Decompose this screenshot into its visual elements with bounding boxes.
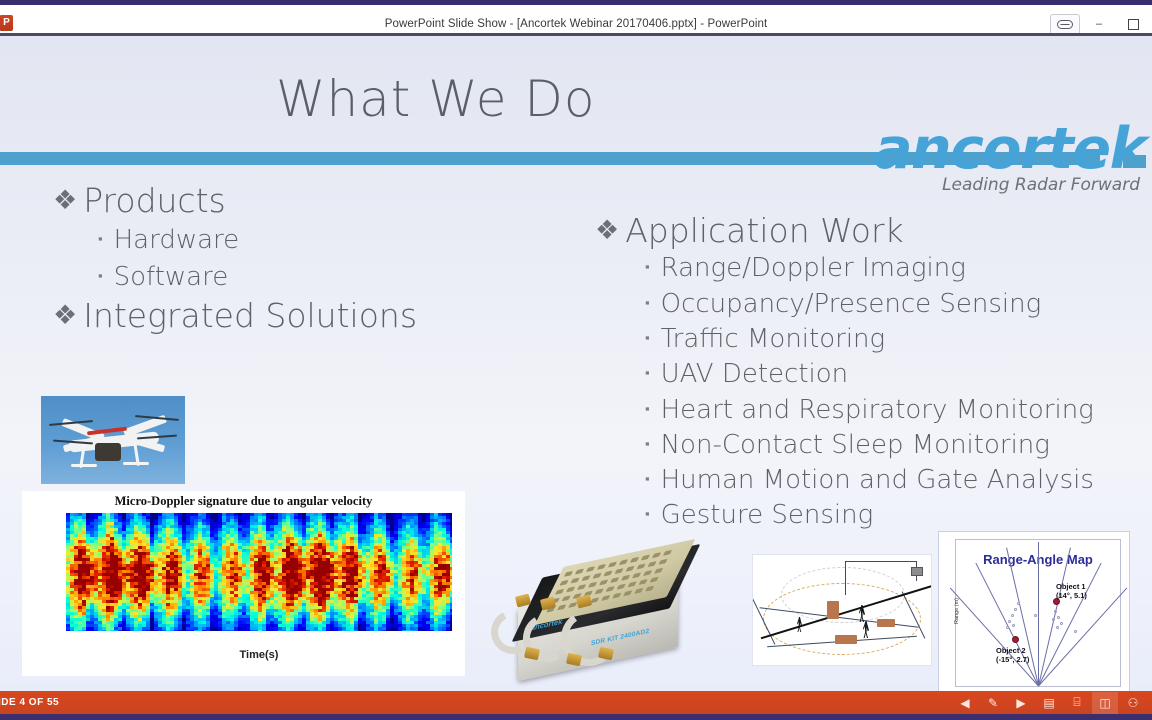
speaker-notes-icon[interactable]: ▤ xyxy=(1036,692,1062,714)
object-2-marker xyxy=(1012,636,1019,643)
spectrogram-image xyxy=(66,513,452,631)
previous-slide-icon[interactable]: ◀ xyxy=(952,692,978,714)
square-bullet-icon: ▪ xyxy=(98,232,103,248)
furniture-block xyxy=(835,635,857,644)
radar-device-photo: ancortek SDR KIT 2400AD2 xyxy=(483,538,713,691)
powerpoint-slideshow-window: P PowerPoint Slide Show - [Ancortek Webi… xyxy=(0,0,1152,720)
bullet-traffic-monitoring: ▪ Traffic Monitoring xyxy=(595,322,1115,356)
logo-wordmark: ancortek xyxy=(874,116,1147,182)
slide-counter: IDE 4 OF 55 xyxy=(0,697,60,708)
radar-sensor-icon xyxy=(911,567,923,576)
range-angle-y-axis-label: Range (m) xyxy=(953,598,960,624)
bullet-integrated-solutions: ❖ Integrated Solutions xyxy=(53,296,523,336)
minimize-button[interactable]: – xyxy=(1084,13,1114,35)
bullet-heart-respiratory-monitoring: ▪ Heart and Respiratory Monitoring xyxy=(595,393,1115,427)
bullet-uav-detection: ▪ UAV Detection xyxy=(595,357,1115,391)
furniture-block xyxy=(827,601,839,619)
slideshow-status-bar: IDE 4 OF 55 ◀ ✎ ▶ ▤ ⌸ ◫ ⚇ xyxy=(0,691,1152,714)
occupancy-sensing-diagram xyxy=(752,554,932,666)
bullet-label: Range/Doppler Imaging xyxy=(660,253,966,284)
slideshow-controls: ◀ ✎ ▶ ▤ ⌸ ◫ ⚇ xyxy=(952,691,1146,714)
slide-title: What We Do xyxy=(276,70,596,128)
square-bullet-icon: ▪ xyxy=(645,507,650,523)
square-bullet-icon: ▪ xyxy=(98,268,103,284)
bullet-label: Integrated Solutions xyxy=(83,295,418,335)
bullet-label: Gesture Sensing xyxy=(660,500,874,531)
logo-dash-accent xyxy=(1123,155,1146,168)
object-2-label: Object 2 (-15°, 2.7) xyxy=(996,646,1030,664)
bullet-gesture-sensing: ▪ Gesture Sensing xyxy=(595,498,1115,532)
slide-grid-view-icon[interactable]: ⌸ xyxy=(1064,692,1090,714)
bullet-software: ▪ Software xyxy=(53,260,523,294)
desktop-bottom-strip xyxy=(0,714,1152,720)
bullet-hardware: ▪ Hardware xyxy=(53,223,523,257)
bullet-products: ❖ Products xyxy=(53,181,523,221)
square-bullet-icon: ▪ xyxy=(645,260,650,276)
angle-ray xyxy=(975,562,1039,687)
diamond-bullet-icon: ❖ xyxy=(595,215,620,246)
ceiling-mount-frame xyxy=(845,561,917,562)
pen-annotation-icon[interactable]: ✎ xyxy=(980,692,1006,714)
ceiling-mount-frame xyxy=(845,561,846,595)
bullet-label: Human Motion and Gate Analysis xyxy=(660,465,1094,496)
left-bullet-list: ❖ Products ▪ Hardware ▪ Software ❖ Integ… xyxy=(53,181,523,338)
bullet-non-contact-sleep-monitoring: ▪ Non-Contact Sleep Monitoring xyxy=(595,428,1115,462)
window-titlebar: P PowerPoint Slide Show - [Ancortek Webi… xyxy=(0,0,1152,38)
bullet-label: UAV Detection xyxy=(660,359,849,390)
ribbon-display-options-button[interactable] xyxy=(1050,13,1080,35)
bullet-label: Software xyxy=(113,261,229,292)
ancortek-logo: ancortek Leading Radar Forward xyxy=(786,116,1147,195)
logo-tagline: Leading Radar Forward xyxy=(942,175,1140,195)
micro-doppler-spectrogram: Micro-Doppler signature due to angular v… xyxy=(22,491,465,676)
angle-ray xyxy=(1038,542,1039,686)
bullet-occupancy-presence-sensing: ▪ Occupancy/Presence Sensing xyxy=(595,287,1115,321)
presenter-options-icon[interactable]: ⚇ xyxy=(1120,692,1146,714)
coverage-ellipse xyxy=(781,567,905,623)
spectrogram-title: Micro-Doppler signature due to angular v… xyxy=(114,494,373,508)
zoom-slide-icon[interactable]: ◫ xyxy=(1092,691,1118,714)
bullet-label: Occupancy/Presence Sensing xyxy=(660,288,1042,319)
bullet-label: Hardware xyxy=(113,225,240,256)
diamond-bullet-icon: ❖ xyxy=(53,185,78,216)
right-bullet-list: ❖ Application Work ▪ Range/Doppler Imagi… xyxy=(595,211,1115,534)
maximize-button[interactable] xyxy=(1118,13,1148,35)
next-slide-icon[interactable]: ▶ xyxy=(1008,692,1034,714)
range-angle-map: Range-Angle Map Object 1 (14°, 5.1) Obje… xyxy=(938,531,1130,691)
bullet-label: Traffic Monitoring xyxy=(660,323,886,354)
bullet-application-work: ❖ Application Work xyxy=(595,211,1115,251)
angle-ray xyxy=(1038,587,1128,687)
square-bullet-icon: ▪ xyxy=(645,436,650,452)
angle-ray xyxy=(949,587,1039,687)
bullet-human-motion-gate-analysis: ▪ Human Motion and Gate Analysis xyxy=(595,463,1115,497)
square-bullet-icon: ▪ xyxy=(645,401,650,417)
ribbon-display-icon xyxy=(1057,19,1073,29)
bullet-label: Products xyxy=(83,181,226,220)
spectrogram-plot-area: F r e q . S h i f t ( H z ) 4000 2000 0 … xyxy=(66,513,452,631)
angle-ray xyxy=(1038,547,1071,687)
furniture-block xyxy=(877,619,895,627)
bullet-label: Heart and Respiratory Monitoring xyxy=(660,394,1094,425)
square-bullet-icon: ▪ xyxy=(645,295,650,311)
range-angle-plot-area: Range-Angle Map Object 1 (14°, 5.1) Obje… xyxy=(949,539,1128,687)
maximize-icon xyxy=(1127,18,1139,30)
diamond-bullet-icon: ❖ xyxy=(53,299,78,331)
bullet-label: Application Work xyxy=(625,211,904,250)
spectrogram-x-axis-label: Time(s) xyxy=(239,649,279,661)
square-bullet-icon: ▪ xyxy=(645,330,650,346)
square-bullet-icon: ▪ xyxy=(645,366,650,382)
object-1-label: Object 1 (14°, 5.1) xyxy=(1056,582,1087,600)
bullet-range-doppler-imaging: ▪ Range/Doppler Imaging xyxy=(595,251,1115,285)
slide-canvas[interactable]: What We Do ancortek Leading Radar Forwar… xyxy=(0,36,1152,691)
drone-photo xyxy=(41,396,185,484)
bullet-label: Non-Contact Sleep Monitoring xyxy=(660,429,1050,460)
square-bullet-icon: ▪ xyxy=(645,472,650,488)
